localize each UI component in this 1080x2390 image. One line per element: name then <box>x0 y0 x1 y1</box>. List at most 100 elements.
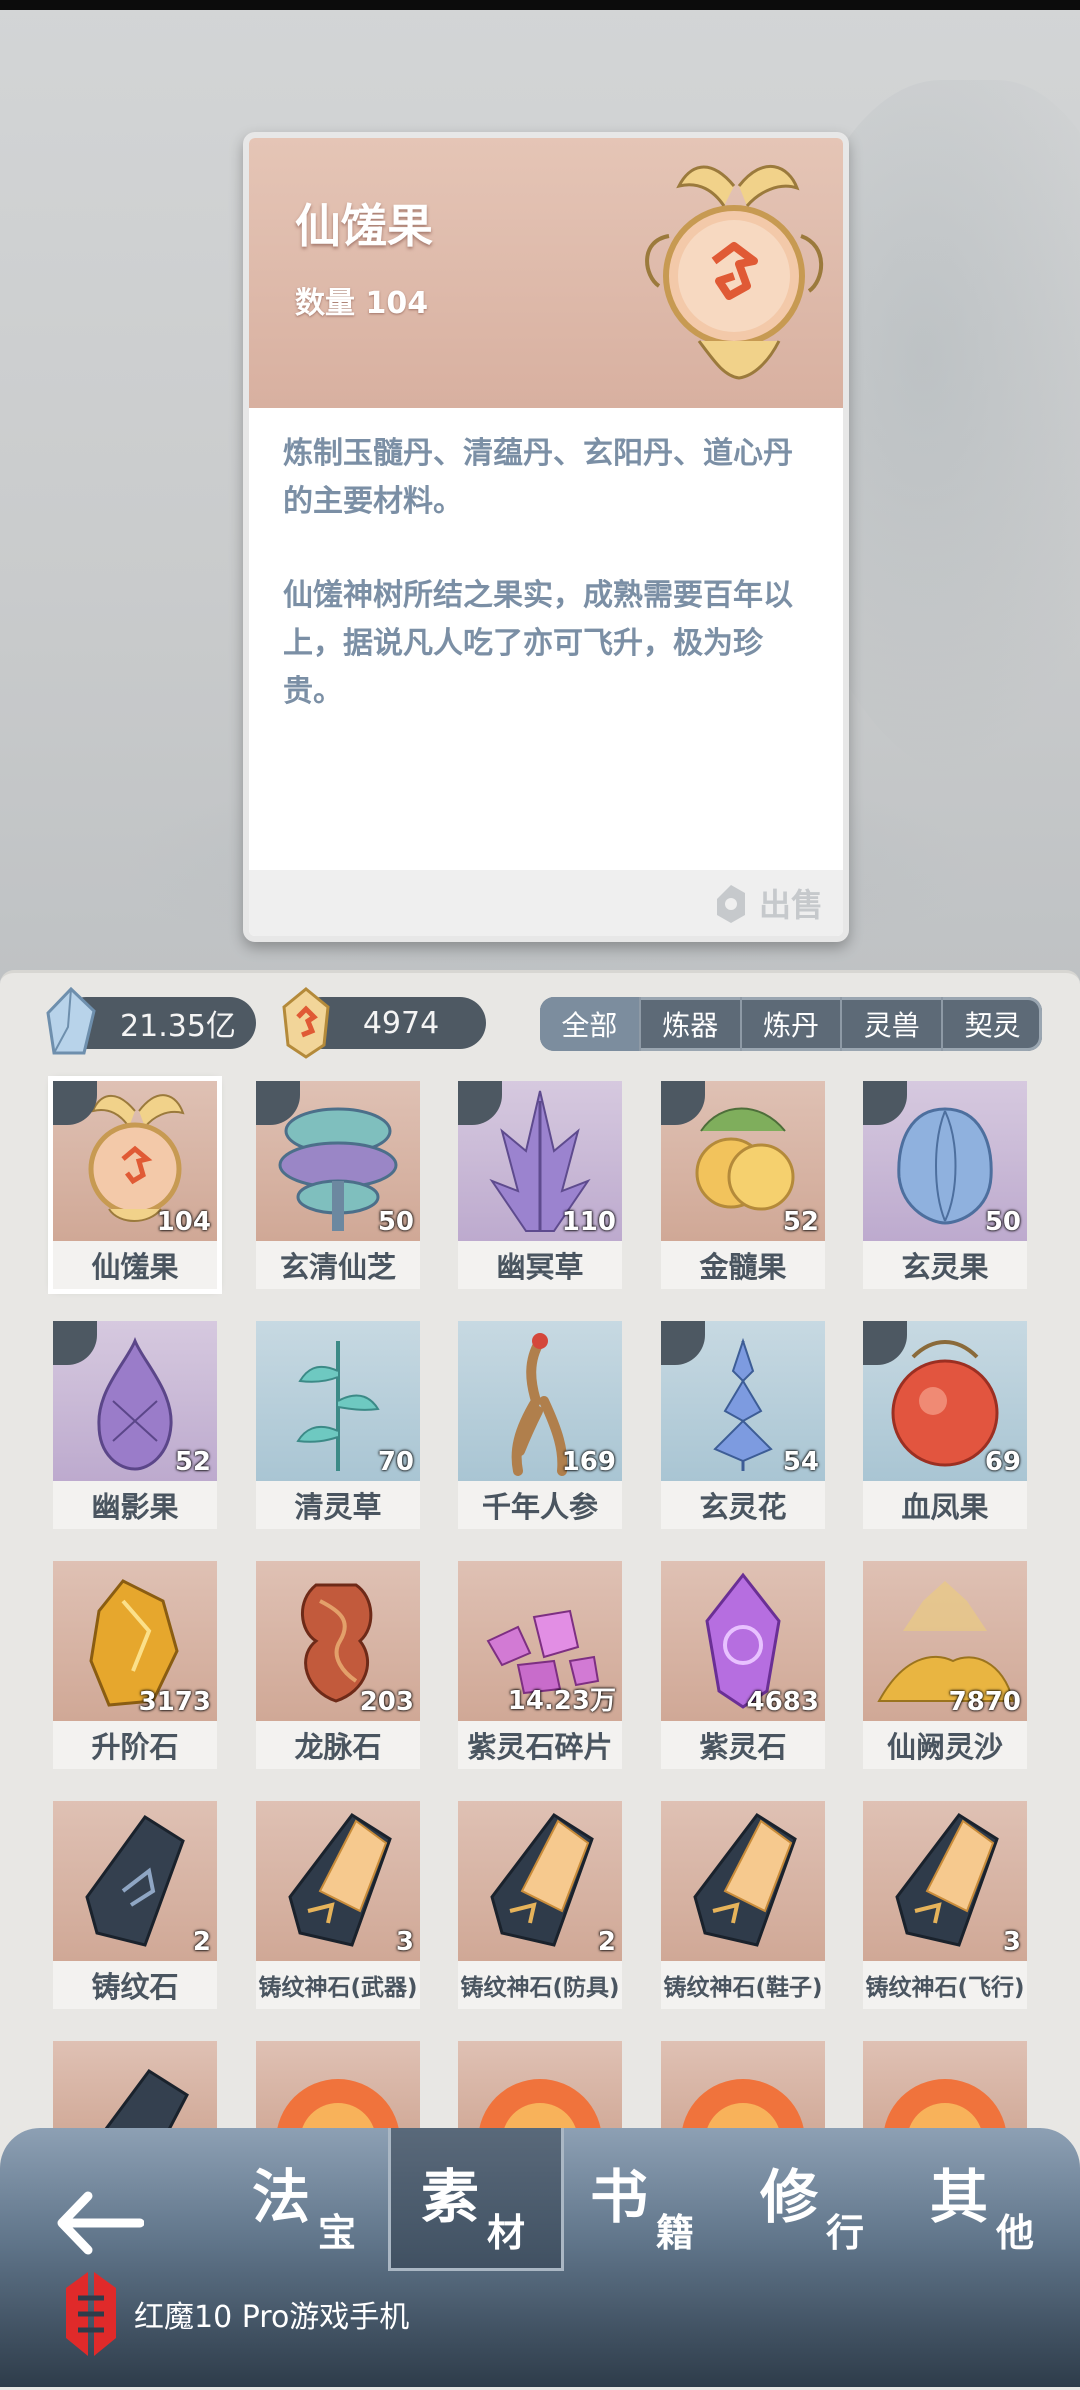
inventory-item[interactable]: 69 血凤果 <box>863 1321 1027 1529</box>
inventory-item[interactable]: 203 龙脉石 <box>256 1561 420 1769</box>
tab-treasures-char1: 法 <box>252 2163 311 2231</box>
sell-tag-icon <box>716 885 745 923</box>
inventory-item[interactable]: 14.23万 紫灵石碎片 <box>458 1561 622 1769</box>
tab-materials-char2: 材 <box>487 2211 526 2255</box>
item-count: 52 <box>782 1207 819 1237</box>
item-name: 紫灵石碎片 <box>458 1721 622 1769</box>
bottom-navigation: 法 宝 素 材 书 籍 修 行 其 他 红魔10 Pro游戏手机 <box>0 2128 1080 2387</box>
item-name: 玄灵果 <box>863 1241 1027 1289</box>
item-name: 清灵草 <box>256 1481 420 1529</box>
inventory-item[interactable]: 3173 升阶石 <box>53 1561 217 1769</box>
tab-treasures[interactable]: 法 宝 <box>222 2128 392 2268</box>
inventory-item[interactable]: 2 铸纹神石(防具) <box>458 1801 622 2009</box>
tab-books[interactable]: 书 籍 <box>560 2128 730 2268</box>
inventory-item[interactable] <box>661 2041 825 2141</box>
inventory-item[interactable]: 3 铸纹神石(飞行) <box>863 1801 1027 2009</box>
detail-header: 仙馐果 数量 104 <box>249 138 843 408</box>
tab-other[interactable]: 其 他 <box>900 2128 1070 2268</box>
inventory-item[interactable]: 50 玄灵果 <box>863 1081 1027 1289</box>
item-count: 104 <box>156 1207 211 1237</box>
token-amount: 4974 <box>362 1005 440 1041</box>
item-name: 幽冥草 <box>458 1241 622 1289</box>
tab-cultivation[interactable]: 修 行 <box>730 2128 900 2268</box>
golden-fruit-icon <box>645 165 824 380</box>
item-name: 铸纹神石(防具) <box>458 1961 622 2009</box>
inventory-item[interactable]: 50 玄清仙芝 <box>256 1081 420 1289</box>
sell-button[interactable]: 出售 <box>711 878 823 928</box>
detail-description: 炼制玉髓丹、清蕴丹、玄阳丹、道心丹的主要材料。 仙馐神树所结之果实，成熟需要百年… <box>283 430 813 762</box>
inventory-item[interactable]: 104 仙馐果 <box>48 1076 222 1294</box>
inventory-item[interactable]: 110 幽冥草 <box>458 1081 622 1289</box>
inventory-item[interactable]: 2 铸纹石 <box>53 1801 217 2009</box>
detail-footer: 出售 <box>249 870 843 936</box>
tab-books-char1: 书 <box>590 2163 649 2231</box>
inventory-item[interactable]: 52 幽影果 <box>53 1321 217 1529</box>
item-count: 169 <box>561 1447 616 1477</box>
item-count: 14.23万 <box>507 1686 616 1716</box>
item-count: 52 <box>174 1447 211 1477</box>
inventory-item[interactable]: 7870 仙阙灵沙 <box>863 1561 1027 1769</box>
fire-orb-icon <box>478 2079 602 2141</box>
item-count: 50 <box>377 1207 414 1237</box>
fire-orb-icon <box>681 2079 805 2141</box>
item-count: 7870 <box>948 1687 1021 1717</box>
detail-title: 仙馐果 <box>295 199 433 253</box>
item-name: 金髓果 <box>661 1241 825 1289</box>
spirit-stone-icon <box>46 987 96 1055</box>
inventory-item[interactable]: 3 铸纹神石(武器) <box>256 1801 420 2009</box>
detail-count: 数量 104 <box>295 286 429 321</box>
watermark-text: 红魔10 Pro游戏手机 <box>134 2300 410 2335</box>
divine-rune-stone-icon <box>693 1812 797 1947</box>
item-name: 玄灵花 <box>661 1481 825 1529</box>
tab-cultivation-char2: 行 <box>826 2211 865 2255</box>
item-name: 升阶石 <box>53 1721 217 1769</box>
item-count: 4683 <box>746 1687 819 1717</box>
red-magic-logo-icon <box>66 2272 116 2356</box>
item-detail-card: 仙馐果 数量 104 炼制玉髓丹、清蕴丹、玄阳丹、道心丹的主要材料。 仙馐神树所… <box>243 132 849 942</box>
item-name: 玄清仙芝 <box>256 1241 420 1289</box>
item-name: 铸纹神石(武器) <box>256 1961 420 2009</box>
filter-tab-alchemy[interactable]: 炼丹 <box>739 997 841 1051</box>
inventory-item[interactable]: 70 清灵草 <box>256 1321 420 1529</box>
detail-desc-usage: 炼制玉髓丹、清蕴丹、玄阳丹、道心丹的主要材料。 <box>283 436 793 519</box>
inventory-item[interactable]: 4683 紫灵石 <box>661 1561 825 1769</box>
inventory-item[interactable] <box>863 2041 1027 2141</box>
filter-tab-spirit-pact[interactable]: 契灵 <box>941 997 1042 1051</box>
item-name: 龙脉石 <box>256 1721 420 1769</box>
sell-label: 出售 <box>758 886 823 924</box>
item-count: 2 <box>192 1927 211 1957</box>
item-count: 203 <box>359 1687 414 1717</box>
item-name: 仙馐果 <box>53 1241 217 1289</box>
tab-cultivation-char1: 修 <box>760 2163 819 2231</box>
device-watermark: 红魔10 Pro游戏手机 <box>58 2268 409 2360</box>
inventory-item[interactable] <box>256 2041 420 2141</box>
item-count: 69 <box>984 1447 1021 1477</box>
tab-materials-char1: 素 <box>421 2163 480 2231</box>
inventory-item[interactable] <box>53 2041 217 2141</box>
filter-tab-all[interactable]: 全部 <box>540 997 639 1051</box>
item-name: 仙阙灵沙 <box>863 1721 1027 1769</box>
item-name: 血凤果 <box>863 1481 1027 1529</box>
filter-tab-beast[interactable]: 灵兽 <box>840 997 941 1051</box>
category-filter: 全部 炼器 炼丹 灵兽 契灵 <box>540 997 1042 1051</box>
inventory-item[interactable]: 54 玄灵花 <box>661 1321 825 1529</box>
back-arrow-icon[interactable] <box>54 2188 144 2258</box>
spirit-stone-amount: 21.35亿 <box>120 1009 236 1044</box>
item-name: 千年人参 <box>458 1481 622 1529</box>
item-name: 铸纹神石(鞋子) <box>661 1961 825 2009</box>
tab-other-char2: 他 <box>996 2211 1035 2255</box>
inventory-item[interactable] <box>458 2041 622 2141</box>
inventory-item[interactable]: 52 金髓果 <box>661 1081 825 1289</box>
item-name: 幽影果 <box>53 1481 217 1529</box>
tab-other-char1: 其 <box>930 2163 989 2231</box>
inventory-item[interactable]: 169 千年人参 <box>458 1321 622 1529</box>
item-count: 3 <box>395 1927 414 1957</box>
inventory-item[interactable]: 铸纹神石(鞋子) <box>661 1801 825 2009</box>
item-count: 50 <box>984 1207 1021 1237</box>
item-count: 2 <box>597 1927 616 1957</box>
item-count: 70 <box>377 1447 414 1477</box>
item-name: 紫灵石 <box>661 1721 825 1769</box>
tab-materials[interactable]: 素 材 <box>388 2128 564 2271</box>
tab-treasures-char2: 宝 <box>318 2211 357 2255</box>
filter-tab-refining[interactable]: 炼器 <box>638 997 740 1051</box>
